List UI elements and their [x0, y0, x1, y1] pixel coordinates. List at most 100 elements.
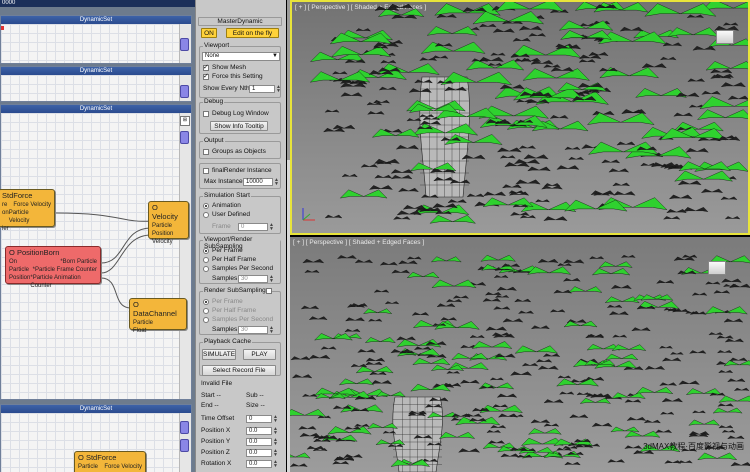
debug-group-title: Debug: [203, 98, 225, 105]
bat-wing-mesh: [461, 154, 486, 160]
bat-wing-mesh: [331, 71, 348, 75]
groups-as-objects-checkbox[interactable]: [203, 149, 209, 155]
bat-wing-mesh: [643, 419, 662, 424]
bat-wing-mesh: [355, 366, 394, 374]
simulate-button[interactable]: SIMULATE: [202, 349, 236, 360]
output-port-icon[interactable]: [180, 38, 189, 51]
bat-wing-mesh: [501, 184, 522, 189]
position-y-input[interactable]: 0.0: [246, 438, 272, 446]
force-setting-checkbox[interactable]: [203, 72, 209, 80]
bat-wing-mesh: [451, 413, 471, 418]
bat-wing-mesh: [576, 392, 591, 396]
bat-wing-mesh: [379, 261, 398, 266]
bat-wing-mesh: [549, 115, 569, 119]
position-z-input[interactable]: 0.0: [246, 449, 272, 457]
render-samples-per-second-radio[interactable]: [203, 317, 209, 323]
render-per-frame-radio[interactable]: [203, 299, 209, 305]
viewcube-icon[interactable]: [716, 30, 734, 44]
bat-wing-mesh: [655, 429, 673, 433]
bat-wing-mesh: [717, 403, 735, 407]
dynamicset-panel-2[interactable]: DynamicSet: [0, 66, 192, 102]
dynamicset-canvas[interactable]: [1, 75, 191, 101]
spinner-icon[interactable]: ▲ ▼: [269, 223, 274, 232]
finalrender-instance-checkbox[interactable]: [203, 168, 209, 174]
time-offset-input[interactable]: 0: [246, 415, 272, 423]
on-button[interactable]: ON: [201, 28, 217, 38]
port-label: Particle: [133, 320, 154, 326]
port-label: on: [2, 210, 9, 216]
max-instances-input[interactable]: 10000: [243, 178, 273, 186]
show-info-tooltip-button[interactable]: Show Info Tooltip: [210, 121, 268, 131]
bat-wing-mesh: [332, 405, 352, 410]
spinner-icon[interactable]: ▲ ▼: [269, 326, 274, 335]
bat-wing-mesh: [579, 397, 612, 404]
viewport-bottom-perspective[interactable]: [ + ] [ Perspective ] [ Shaded + Edged F…: [290, 237, 750, 472]
bat-wing-mesh: [624, 399, 642, 403]
spinner-icon[interactable]: ▲ ▼: [273, 438, 278, 447]
render-samples-input[interactable]: 30: [238, 326, 268, 334]
graph-icon[interactable]: ⊞: [180, 116, 190, 126]
viewport-mode-dropdown[interactable]: None ▼: [202, 52, 280, 61]
playback-cache-title: Playback Cache: [203, 338, 252, 345]
user-defined-radio[interactable]: [203, 212, 209, 218]
node-positionborn[interactable]: O PositionBorn On *Born Particle Particle…: [5, 246, 101, 289]
bat-wing-mesh: [537, 365, 559, 370]
dynamicset-panel-4[interactable]: DynamicSet O StdForce Particle Force Velo…: [0, 404, 192, 472]
show-mesh-label: Show Mesh: [212, 64, 246, 71]
position-x-input[interactable]: 0.0: [246, 427, 272, 435]
dynamicset-panel-1[interactable]: DynamicSet: [0, 15, 192, 64]
bat-wing-mesh: [446, 370, 461, 374]
bat-wing-mesh: [362, 308, 393, 315]
viewcube-icon[interactable]: [708, 261, 726, 275]
select-record-file-button[interactable]: Select Record File: [202, 365, 276, 376]
render-samples-label: Samples: [212, 326, 238, 333]
bat-wing-mesh: [291, 374, 313, 379]
play-button[interactable]: PLAY: [243, 349, 276, 360]
output-port-icon[interactable]: [180, 85, 189, 98]
node-stdforce-bottom[interactable]: O StdForce Particle Force Velocity: [74, 451, 146, 472]
bat-wing-mesh: [624, 445, 643, 449]
frame-input[interactable]: 0: [238, 223, 268, 231]
show-mesh-checkbox[interactable]: [203, 63, 209, 71]
per-frame-radio[interactable]: [203, 248, 209, 254]
node-datachannel[interactable]: O DataChannel Particle Float: [129, 298, 187, 334]
node-stdforce-top[interactable]: StdForce re Force Velocity on Particle Vel…: [0, 189, 55, 232]
rotation-x-input[interactable]: 0.0: [246, 460, 272, 468]
animation-radio[interactable]: [203, 203, 209, 209]
bat-wing-mesh: [677, 180, 702, 186]
masterdynamic-rollout-header[interactable]: MasterDynamic: [198, 17, 282, 26]
port-label: Float: [133, 328, 147, 334]
dynamicset-panel-3[interactable]: DynamicSet ⊞ StdForce re Force Velocity o…: [0, 104, 192, 400]
debug-log-checkbox[interactable]: [203, 111, 209, 117]
render-subsampling-checkbox[interactable]: [266, 288, 272, 294]
bat-wing-mesh: [299, 432, 321, 438]
dynamicset-canvas[interactable]: [1, 24, 191, 63]
bat-wing-mesh: [324, 214, 343, 219]
spinner-icon[interactable]: ▲ ▼: [273, 449, 278, 458]
dynamicset-title: DynamicSet: [1, 16, 191, 24]
position-y-label: Position Y: [201, 438, 231, 445]
render-per-half-frame-radio[interactable]: [203, 308, 209, 314]
spinner-icon[interactable]: ▲ ▼: [273, 415, 278, 424]
frame-label: Frame: [212, 223, 231, 230]
output-port-icon[interactable]: [180, 421, 189, 434]
viewport-top-perspective[interactable]: [ + ] [ Perspective ] [ Shaded + Edged F…: [290, 0, 750, 235]
bat-wing-mesh: [724, 338, 745, 343]
bat-wing-mesh: [727, 435, 745, 440]
samples-per-second-radio[interactable]: [203, 266, 209, 272]
spinner-icon[interactable]: ▲ ▼: [276, 85, 281, 94]
spinner-icon[interactable]: ▲ ▼: [273, 427, 278, 436]
node-velocity[interactable]: O Velocity Particle Position Velocity: [148, 201, 189, 245]
spinner-icon[interactable]: ▲ ▼: [269, 275, 274, 284]
bat-wing-mesh: [490, 52, 506, 56]
output-port-icon[interactable]: [180, 131, 189, 144]
edit-on-the-fly-button[interactable]: Edit on the fly: [226, 28, 279, 38]
bat-wing-mesh: [733, 387, 750, 391]
samples-input[interactable]: 30: [238, 275, 268, 283]
spinner-icon[interactable]: ▲ ▼: [273, 460, 278, 469]
per-half-frame-radio[interactable]: [203, 257, 209, 263]
bat-wing-mesh: [727, 95, 748, 100]
output-port-icon[interactable]: [180, 439, 189, 452]
spinner-icon[interactable]: ▲ ▼: [274, 178, 279, 187]
show-every-nth-input[interactable]: 1: [249, 85, 275, 93]
